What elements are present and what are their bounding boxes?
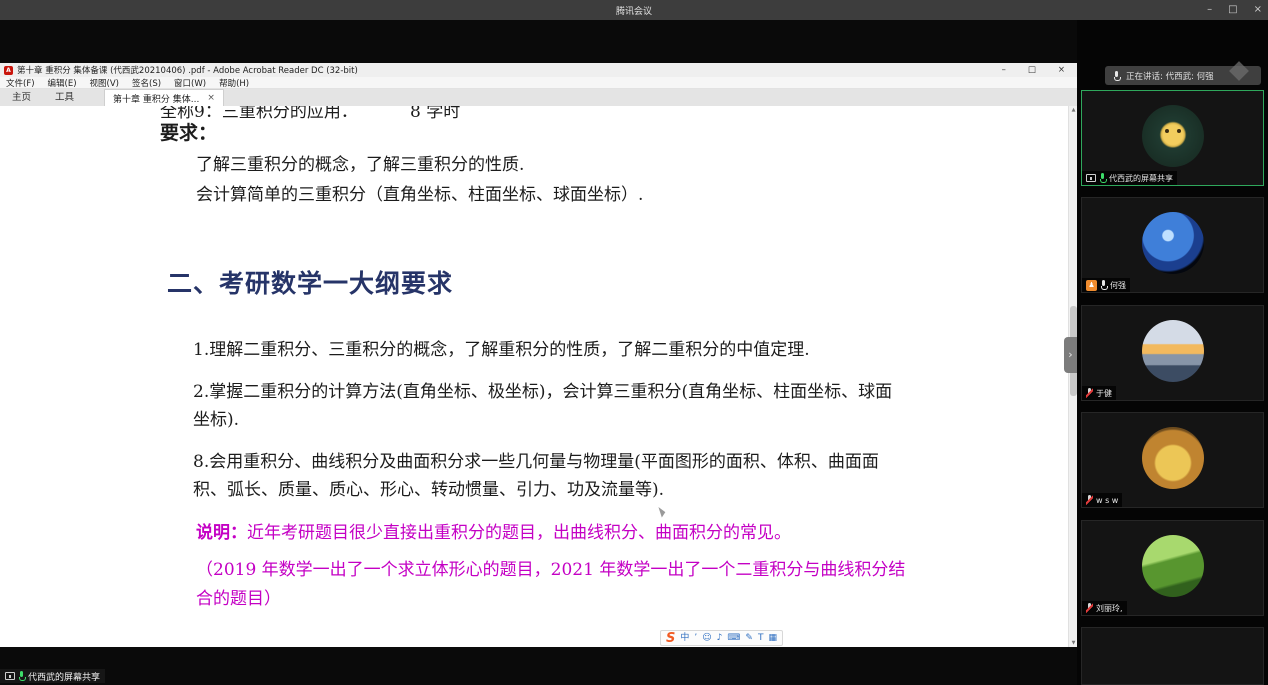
participant-name: w s w xyxy=(1096,496,1118,505)
microphone-icon xyxy=(1113,71,1120,81)
soft-keyboard-icon[interactable]: ⌨ xyxy=(727,631,740,645)
sogou-logo-icon[interactable]: S xyxy=(666,631,675,646)
share-status-label: 代西武的屏幕共享 xyxy=(0,669,105,683)
app-title: 腾讯会议 xyxy=(616,4,652,17)
mic-on-icon xyxy=(18,671,25,681)
acrobat-reader-window: A 第十章 重积分 集体备课 (代西武20210406) .pdf - Adob… xyxy=(0,63,1077,647)
menu-edit[interactable]: 编辑(E) xyxy=(48,77,77,89)
tab-close-icon[interactable]: × xyxy=(207,93,215,103)
chinese-mode-icon[interactable]: 中 xyxy=(680,631,689,645)
mic-muted-icon xyxy=(1086,603,1093,613)
mic-on-icon xyxy=(1100,280,1107,290)
screen-share-stage: A 第十章 重积分 集体备课 (代西武20210406) .pdf - Adob… xyxy=(0,20,1077,685)
note-text: 近年考研题目很少直接出重积分的题目，出曲线积分、曲面积分的常见。 xyxy=(247,523,791,543)
outline-item-3: 8.会用重积分、曲线积分及曲面积分求一些几何量与物理量(平面图形的面积、体积、曲… xyxy=(193,448,901,504)
punctuation-icon[interactable]: ’ xyxy=(694,631,697,645)
acrobat-tab-bar: 主页 工具 第十章 重积分 集体... × ? 登录 xyxy=(0,89,1077,106)
participant-tile-partial[interactable] xyxy=(1081,627,1264,685)
hand-raised-icon: ♟ xyxy=(1086,280,1097,291)
avatar-cartoon-face xyxy=(1142,105,1204,167)
acrobat-menu-bar: 文件(F) 编辑(E) 视图(V) 签名(S) 窗口(W) 帮助(H) xyxy=(0,77,1077,89)
requirement-line-1: 了解三重积分的概念，了解三重积分的性质. xyxy=(196,150,524,175)
menu-sign[interactable]: 签名(S) xyxy=(132,77,161,89)
participant-tile[interactable]: 于健 xyxy=(1081,305,1264,401)
tab-document-label: 第十章 重积分 集体... xyxy=(113,92,199,105)
avatar-earth xyxy=(1142,212,1204,274)
emoji-icon[interactable]: ☺ xyxy=(702,631,711,645)
pdf-page[interactable]: 全称9：三重积分的应用． 8 学时 要求： 了解三重积分的概念，了解三重积分的性… xyxy=(0,106,1077,647)
minimize-button[interactable]: – xyxy=(1207,0,1212,20)
menu-help[interactable]: 帮助(H) xyxy=(219,77,249,89)
participant-tile-screen-share[interactable]: 代西武的屏幕共享 xyxy=(1081,90,1264,186)
participant-name: 何强 xyxy=(1110,280,1126,291)
mic-muted-icon xyxy=(1086,388,1093,398)
acrobat-title-bar: A 第十章 重积分 集体备课 (代西武20210406) .pdf - Adob… xyxy=(0,63,1077,77)
avatar-green-field xyxy=(1142,535,1204,597)
menu-window[interactable]: 窗口(W) xyxy=(174,77,206,89)
section-heading: 二、考研数学一大纲要求 xyxy=(167,264,453,300)
note-line: 说明：近年考研题目很少直接出重积分的题目，出曲线积分、曲面积分的常见。 xyxy=(196,518,791,543)
requirement-line-2: 会计算简单的三重积分（直角坐标、柱面坐标、球面坐标）. xyxy=(196,180,643,205)
scroll-down-icon[interactable]: ▼ xyxy=(1069,640,1077,646)
close-button[interactable]: × xyxy=(1254,0,1262,20)
mouse-cursor xyxy=(658,505,666,517)
skin-icon[interactable]: T xyxy=(758,631,764,645)
scroll-up-icon[interactable]: ▲ xyxy=(1069,107,1077,113)
participant-name: 代西武的屏幕共享 xyxy=(1109,173,1173,184)
participant-tile[interactable]: 刘丽玲, xyxy=(1081,520,1264,616)
menu-view[interactable]: 视图(V) xyxy=(90,77,119,89)
voice-input-icon[interactable]: ♪ xyxy=(717,631,723,645)
participant-name: 于健 xyxy=(1096,388,1112,399)
acrobat-close-button[interactable]: × xyxy=(1058,63,1065,77)
maximize-button[interactable]: □ xyxy=(1228,0,1237,20)
acrobat-minimize-button[interactable]: – xyxy=(1002,63,1006,77)
mic-muted-icon xyxy=(1086,495,1093,505)
acrobat-app-icon: A xyxy=(4,66,13,75)
panel-expand-handle[interactable]: › xyxy=(1064,337,1077,373)
meeting-title-bar: 腾讯会议 – □ × xyxy=(0,0,1268,20)
avatar-sunset-lake xyxy=(1142,320,1204,382)
participant-name: 刘丽玲, xyxy=(1096,603,1123,614)
acrobat-maximize-button[interactable]: □ xyxy=(1028,63,1036,77)
tab-home[interactable]: 主页 xyxy=(0,89,43,106)
outline-item-2: 2.掌握二重积分的计算方法(直角坐标、极坐标)，会计算三重积分(直角坐标、柱面坐… xyxy=(193,378,901,434)
screen-share-icon xyxy=(1086,174,1096,182)
toolbox-icon[interactable]: ▦ xyxy=(768,631,777,645)
requirements-label: 要求： xyxy=(160,118,217,145)
participant-tile[interactable]: w s w xyxy=(1081,412,1264,508)
clipped-hours: 8 学时 xyxy=(410,106,460,122)
tencent-meeting-window: 腾讯会议 – □ × A 第十章 重积分 集体备课 (代西武20210406) … xyxy=(0,0,1268,685)
tab-document[interactable]: 第十章 重积分 集体... × xyxy=(104,89,224,106)
paren-note: （2019 年数学一出了一个求立体形心的题目，2021 年数学一出了一个二重积分… xyxy=(196,556,912,614)
participants-sidebar: 正在讲话: 代西武: 何强 代西武的屏幕共享 ♟ 何强 于健 xyxy=(1077,20,1268,685)
outline-item-1: 1.理解二重积分、三重积分的概念，了解重积分的性质，了解二重积分的中值定理. xyxy=(193,336,901,364)
avatar-autumn-trees xyxy=(1142,427,1204,489)
note-label: 说明： xyxy=(196,523,247,543)
screen-share-icon xyxy=(5,672,15,680)
participant-tile[interactable]: ♟ 何强 xyxy=(1081,197,1264,293)
acrobat-window-title: 第十章 重积分 集体备课 (代西武20210406) .pdf - Adobe … xyxy=(17,64,358,76)
mic-on-icon xyxy=(1099,173,1106,183)
menu-file[interactable]: 文件(F) xyxy=(6,77,35,89)
sogou-ime-bar: S 中 ’ ☺ ♪ ⌨ ✎ T ▦ xyxy=(660,630,783,646)
vertical-scrollbar[interactable]: ▲ ▼ xyxy=(1068,106,1077,647)
handwriting-icon[interactable]: ✎ xyxy=(745,631,753,645)
tab-tools[interactable]: 工具 xyxy=(43,89,86,106)
